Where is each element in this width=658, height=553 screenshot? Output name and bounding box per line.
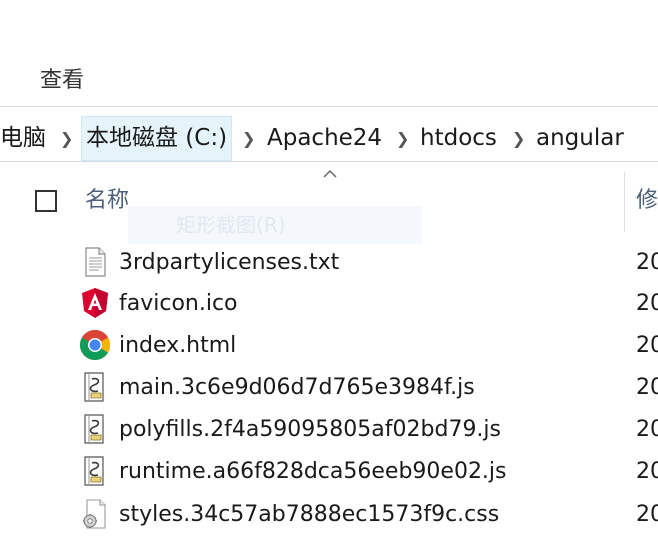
- script-file-icon: [84, 372, 104, 402]
- file-modified-date: 20: [636, 417, 658, 442]
- sort-ascending-icon: [323, 169, 337, 178]
- breadcrumb: 电脑 ❯ 本地磁盘 (C:) ❯ Apache24 ❯ htdocs ❯ ang…: [0, 116, 658, 162]
- snip-menu-ghost: 矩形截图(R): [128, 206, 422, 244]
- file-name[interactable]: runtime.a66f828dca56eeb90e02.js: [119, 451, 507, 493]
- file-modified-date: 20: [636, 333, 658, 358]
- chrome-icon: [79, 329, 111, 361]
- breadcrumb-item-htdocs[interactable]: htdocs: [420, 116, 497, 161]
- column-divider[interactable]: [624, 172, 625, 232]
- file-name[interactable]: index.html: [119, 325, 236, 367]
- file-name[interactable]: favicon.ico: [119, 283, 238, 325]
- tab-view[interactable]: 查看: [40, 64, 84, 98]
- chevron-right-icon[interactable]: ❯: [60, 116, 73, 161]
- file-modified-date: 20: [636, 375, 658, 400]
- file-name[interactable]: polyfills.2f4a59095805af02bd79.js: [119, 409, 501, 451]
- file-modified-date: 20: [636, 291, 658, 316]
- file-modified-date: 20: [636, 250, 658, 275]
- text-file-icon: [85, 247, 106, 277]
- list-item[interactable]: 3rdpartylicenses.txt 20: [0, 242, 658, 284]
- breadcrumb-item-angular[interactable]: angular: [536, 116, 624, 161]
- list-item[interactable]: favicon.ico 20: [0, 283, 658, 325]
- column-header-modified[interactable]: 修: [636, 184, 658, 218]
- select-all-checkbox[interactable]: [35, 190, 57, 212]
- chevron-right-icon[interactable]: ❯: [512, 116, 525, 161]
- ribbon-divider: [0, 106, 658, 107]
- script-file-icon: [84, 456, 104, 486]
- list-item[interactable]: runtime.a66f828dca56eeb90e02.js 20: [0, 451, 658, 493]
- file-name[interactable]: 3rdpartylicenses.txt: [119, 242, 339, 284]
- file-modified-date: 20: [636, 502, 658, 527]
- breadcrumb-item-apache24[interactable]: Apache24: [267, 116, 382, 161]
- file-modified-date: 20: [636, 459, 658, 484]
- list-item[interactable]: index.html 20: [0, 325, 658, 367]
- file-name[interactable]: main.3c6e9d06d7d765e3984f.js: [119, 367, 475, 409]
- list-item[interactable]: polyfills.2f4a59095805af02bd79.js 20: [0, 409, 658, 451]
- chevron-right-icon[interactable]: ❯: [242, 116, 255, 161]
- column-header-name[interactable]: 名称: [85, 184, 129, 218]
- css-file-icon: [83, 499, 106, 529]
- list-item[interactable]: styles.34c57ab7888ec1573f9c.css 20: [0, 494, 658, 536]
- file-name[interactable]: styles.34c57ab7888ec1573f9c.css: [119, 494, 499, 536]
- list-item[interactable]: main.3c6e9d06d7d765e3984f.js 20: [0, 367, 658, 409]
- breadcrumb-item-local-disk[interactable]: 本地磁盘 (C:): [81, 116, 233, 161]
- script-file-icon: [84, 414, 104, 444]
- breadcrumb-item-pc[interactable]: 电脑: [0, 116, 46, 161]
- chevron-right-icon[interactable]: ❯: [396, 116, 409, 161]
- angular-icon: [82, 288, 108, 318]
